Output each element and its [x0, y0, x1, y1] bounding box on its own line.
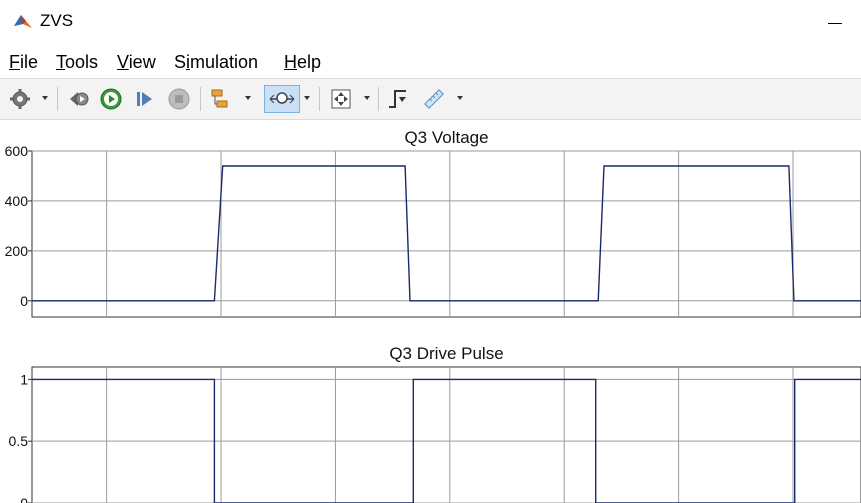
measurement-dropdown-arrow[interactable]	[457, 96, 463, 100]
fit-view-icon[interactable]	[327, 85, 355, 113]
chart-title: Q3 Voltage	[404, 128, 488, 147]
window-title: ZVS	[40, 11, 74, 30]
scope-plot-area[interactable]: Q3 Voltage 0 200 400 600 Q3 Drive Pulse 0 0.5 1	[0, 120, 861, 503]
y-tick-label: 0.5	[9, 433, 29, 449]
toolbar-separator	[319, 87, 320, 111]
y-tick-label: 200	[5, 243, 29, 259]
toolbar-separator	[200, 87, 201, 111]
zoom-time-icon[interactable]	[264, 85, 300, 113]
menu-help[interactable]: Help	[284, 52, 321, 73]
menu-simulation[interactable]: Simulation	[174, 52, 258, 73]
y-tick-label: 0	[20, 293, 28, 309]
menu-bar: File Tools View Simulation Help	[0, 46, 861, 76]
plot-axes-frame	[31, 150, 861, 318]
matlab-icon	[14, 15, 32, 28]
settings-gear-icon[interactable]	[6, 85, 34, 113]
zoom-dropdown-arrow[interactable]	[304, 96, 310, 100]
toolbar	[0, 78, 861, 120]
settings-dropdown-arrow[interactable]	[42, 96, 48, 100]
plot-axes-frame	[31, 366, 861, 503]
menu-file[interactable]: File	[9, 52, 38, 73]
chart-title: Q3 Drive Pulse	[389, 344, 503, 363]
y-tick-label: 600	[5, 143, 29, 159]
triggers-icon[interactable]	[384, 85, 412, 113]
y-tick-label: 0	[20, 495, 28, 503]
step-back-icon[interactable]	[64, 85, 92, 113]
hierarchy-dropdown-arrow[interactable]	[245, 96, 251, 100]
step-forward-icon[interactable]	[131, 85, 159, 113]
toolbar-separator	[378, 87, 379, 111]
toolbar-separator	[57, 87, 58, 111]
signal-hierarchy-icon[interactable]	[207, 85, 235, 113]
stop-icon[interactable]	[165, 85, 193, 113]
title-bar: ZVS	[0, 0, 861, 44]
minimize-button[interactable]	[826, 12, 846, 32]
menu-tools[interactable]: Tools	[56, 52, 98, 73]
run-icon[interactable]	[97, 85, 125, 113]
fit-dropdown-arrow[interactable]	[364, 96, 370, 100]
menu-view[interactable]: View	[117, 52, 156, 73]
measurement-ruler-icon[interactable]	[420, 85, 448, 113]
y-tick-label: 400	[5, 193, 29, 209]
y-tick-label: 1	[20, 371, 28, 387]
